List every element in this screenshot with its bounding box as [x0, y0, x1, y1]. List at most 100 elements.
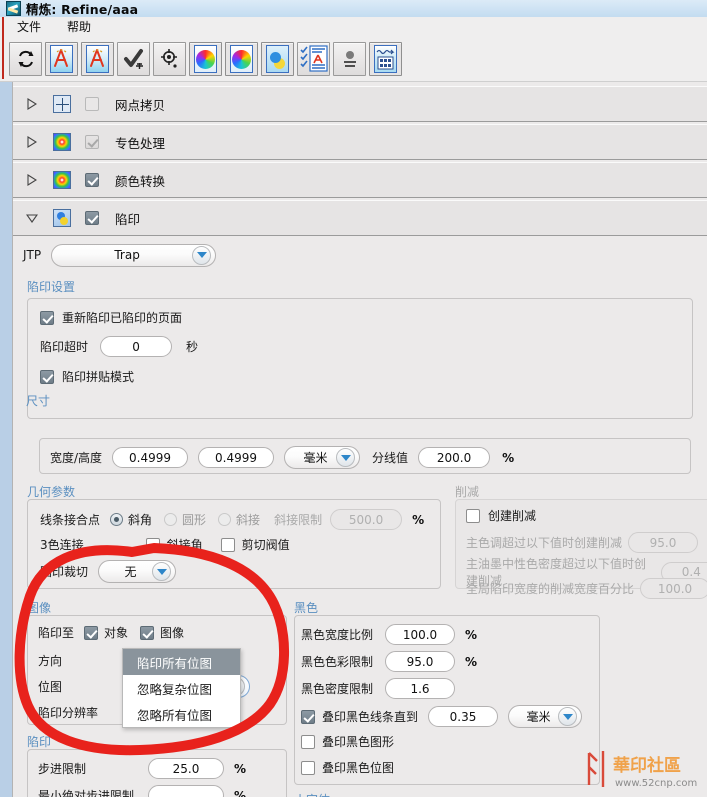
- toolbar-button-color-wheel[interactable]: [189, 41, 222, 76]
- collapse-triangle-icon[interactable]: [23, 213, 41, 223]
- reduction-row-label: 主色调超过以下值时创建削减: [466, 536, 623, 550]
- retrap-checkbox[interactable]: [40, 310, 54, 325]
- overprint-shape-row[interactable]: 叠印黑色图形: [301, 733, 394, 750]
- section-checkbox[interactable]: [85, 211, 99, 225]
- radio-icon[interactable]: [164, 513, 178, 526]
- size-unit-value: 毫米: [303, 451, 328, 465]
- menu-bar: 文件 帮助: [0, 17, 707, 36]
- menu-file[interactable]: 文件: [8, 17, 50, 36]
- chevron-down-icon[interactable]: [336, 448, 356, 467]
- overprint-bitmap-row[interactable]: 叠印黑色位图: [301, 759, 394, 776]
- clip-threshold-label: 剪切阀值: [241, 538, 290, 552]
- trap-ball-icon: [266, 44, 289, 73]
- overprint-line-unit-combo[interactable]: 毫米: [508, 705, 583, 728]
- toolbar-button-pdf-fix[interactable]: [81, 41, 114, 76]
- black-row-input[interactable]: 1.6: [385, 678, 455, 699]
- toolbar-button-color-convert[interactable]: [225, 41, 258, 76]
- reduction-row-input[interactable]: 100.0: [640, 578, 707, 599]
- toolbar-button-calibration[interactable]: [369, 41, 402, 76]
- chevron-down-icon[interactable]: [558, 707, 578, 726]
- trapping-row-input[interactable]: 25.0: [148, 758, 224, 779]
- toolbar-button-document-info[interactable]: [333, 41, 366, 76]
- section-label: 网点拷贝: [115, 97, 166, 113]
- reduction-title: 削减: [455, 485, 480, 499]
- toolbar-button-report[interactable]: [297, 41, 330, 76]
- pdf-fix-icon: [86, 44, 109, 73]
- join-radio-round[interactable]: 圆形: [164, 511, 206, 528]
- color-wheel-icon: [194, 44, 217, 73]
- expand-triangle-icon[interactable]: [23, 174, 41, 186]
- create-reduction-checkbox[interactable]: [466, 508, 480, 523]
- timeout-input[interactable]: 0: [100, 336, 173, 357]
- toolbar-button-check-action[interactable]: [117, 41, 150, 76]
- section-row-halftone-copy[interactable]: 网点拷贝: [13, 86, 707, 122]
- toolbar-button-registration[interactable]: [153, 41, 186, 76]
- chevron-down-icon[interactable]: [192, 245, 212, 265]
- expand-triangle-icon[interactable]: [23, 136, 41, 148]
- toolbar-button-refresh[interactable]: [9, 41, 42, 76]
- tile-mode-checkbox[interactable]: [40, 369, 54, 384]
- trapping-row-unit: %: [234, 788, 247, 797]
- toolbar-button-trap[interactable]: [261, 41, 294, 76]
- overprint-line-checkbox[interactable]: [301, 709, 315, 724]
- reduction-group: 创建削减 主色调超过以下值时创建削减 95.0 主油墨中性色密度超过以下值时创建…: [455, 499, 707, 599]
- toolbar-button-pdf-preflight[interactable]: [45, 41, 78, 76]
- trap-clip-value: 无: [124, 565, 137, 579]
- overprint-line-unit: 毫米: [526, 710, 551, 724]
- size-height-input[interactable]: 0.4999: [198, 447, 275, 468]
- images-checkbox[interactable]: [140, 625, 155, 640]
- trap-to-images[interactable]: 图像: [140, 624, 184, 641]
- reduction-row-input[interactable]: 95.0: [628, 532, 699, 553]
- size-width-input[interactable]: 0.4999: [112, 447, 189, 468]
- trap-clip-combo[interactable]: 无: [98, 560, 177, 583]
- overprint-bitmap-checkbox[interactable]: [301, 760, 315, 775]
- create-reduction-row[interactable]: 创建削减: [466, 507, 536, 524]
- refresh-icon: [18, 50, 33, 67]
- section-row-spot-color[interactable]: 专色处理: [13, 124, 707, 160]
- bitmap-dropdown-popup[interactable]: 陷印所有位图 忽略复杂位图 忽略所有位图: [122, 648, 241, 728]
- screen-value-input[interactable]: 200.0: [418, 447, 491, 468]
- clip-threshold-row[interactable]: 剪切阀值: [220, 536, 290, 553]
- black-title: 黑色: [294, 601, 319, 615]
- join-option-label: 斜角: [128, 513, 153, 527]
- bitmap-option-2[interactable]: 忽略所有位图: [123, 701, 240, 727]
- title-bar: 精炼: Refine/aaa: [0, 0, 707, 18]
- miter-limit-input[interactable]: 500.0: [330, 509, 403, 530]
- bitmap-option-0[interactable]: 陷印所有位图: [123, 649, 240, 675]
- join-radio-miter[interactable]: 斜角: [110, 511, 152, 528]
- section-checkbox[interactable]: [85, 135, 99, 149]
- size-unit-combo[interactable]: 毫米: [284, 446, 361, 469]
- clip-threshold-checkbox[interactable]: [220, 537, 235, 552]
- section-checkbox[interactable]: [85, 97, 99, 111]
- trapping-row-input[interactable]: [148, 785, 224, 797]
- bitmap-label: 位图: [38, 680, 63, 694]
- objects-label: 对象: [104, 626, 129, 640]
- geometry-group: 线条接合点 斜角 圆形 斜接 斜接限制 500.0 % 3色连接 斜接角 剪切阀…: [27, 499, 441, 589]
- overprint-shape-checkbox[interactable]: [301, 734, 315, 749]
- black-row-input[interactable]: 95.0: [385, 651, 455, 672]
- expand-triangle-icon[interactable]: [23, 98, 41, 110]
- section-row-trapping[interactable]: 陷印: [13, 200, 707, 236]
- resolution-label: 陷印分辨率: [38, 706, 99, 720]
- menu-help[interactable]: 帮助: [58, 17, 100, 36]
- miter-angle-checkbox[interactable]: [145, 537, 160, 552]
- objects-checkbox[interactable]: [84, 625, 99, 640]
- jtp-combo[interactable]: Trap: [51, 243, 217, 267]
- chevron-down-icon[interactable]: [152, 562, 172, 581]
- join-radio-bevel[interactable]: 斜接: [218, 511, 260, 528]
- radio-icon[interactable]: [218, 513, 232, 526]
- timeout-unit: 秒: [186, 340, 199, 354]
- size-wh-label: 宽度/高度: [50, 451, 103, 465]
- retrap-row[interactable]: 重新陷印已陷印的页面: [40, 309, 182, 326]
- trap-to-objects[interactable]: 对象: [84, 624, 128, 641]
- section-row-color-convert[interactable]: 颜色转换: [13, 162, 707, 198]
- miter-angle-row[interactable]: 斜接角: [145, 536, 203, 553]
- color-wheel-convert-icon: [230, 44, 253, 73]
- radio-icon[interactable]: [110, 513, 124, 526]
- overprint-line-input[interactable]: 0.35: [428, 706, 499, 727]
- black-row-input[interactable]: 100.0: [385, 624, 455, 645]
- bitmap-option-1[interactable]: 忽略复杂位图: [123, 675, 240, 701]
- trapping-group: 步进限制 25.0 % 最小绝对步进限制 % 公共密度限制 0.5: [27, 749, 287, 797]
- tile-mode-row[interactable]: 陷印拼贴模式: [40, 368, 134, 385]
- section-checkbox[interactable]: [85, 173, 99, 187]
